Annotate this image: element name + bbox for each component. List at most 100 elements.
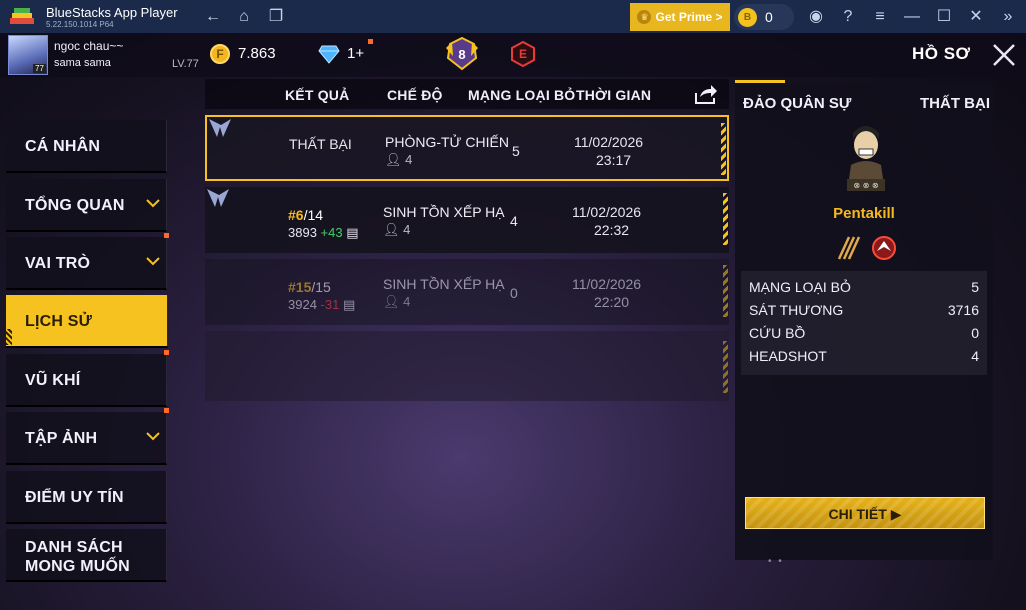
notification-dot [164,233,169,238]
match-placement: #15/15 [288,279,331,295]
match-date: 11/02/2026 [572,204,642,220]
stat-row: HEADSHOT 4 [749,348,979,364]
notification-dot [164,350,169,355]
match-time: 22:20 [594,294,630,310]
e-rank-badge-icon[interactable]: E [511,41,535,67]
play-arrow-icon: ▶ [890,506,902,522]
match-time: 22:32 [594,222,630,238]
chevron-down-icon [146,199,160,208]
details-icon[interactable]: ▤ [346,225,358,240]
stat-label: SÁT THƯƠNG [749,302,844,318]
gold-amount: 7.863 [238,45,276,62]
rank-delta: +43 [320,225,343,240]
person-icon: 👤︎ [383,222,400,237]
wishlist-label-line1: DANH SÁCH [25,539,123,556]
match-row[interactable]: #6/14 3893 +43 ▤ SINH TỒN XẾP HẠ 👤︎ 4 4 … [205,187,729,253]
stat-label: CỨU BỒ [749,325,806,341]
menu-icon[interactable]: ≡ [870,7,890,27]
details-icon[interactable]: ▤ [343,297,355,312]
sidebar-item-overview[interactable]: TỔNG QUAN [6,179,167,232]
detail-result: THẤT BẠI [920,95,990,112]
stat-row: CỨU BỒ 0 [749,325,979,341]
prime-crown-icon: ♛ [637,10,652,24]
header-mode: CHẾ ĐỘ [387,87,443,103]
rank-delta: -31 [320,297,340,312]
sidebar-item-label: ĐIỂM UY TÍN [25,489,124,506]
sidebar-item-weapons[interactable]: VŨ KHÍ [6,350,169,407]
match-players: 👤︎ 4 [383,294,410,310]
avatar[interactable]: 77 [8,35,48,75]
skill-claw-icon [837,236,861,260]
bluestacks-points[interactable]: B 0 [734,4,794,30]
stat-label: MẠNG LOẠI BỎ [749,279,851,295]
get-prime-button[interactable]: ♛ Get Prime > [630,3,730,31]
match-date: 11/02/2026 [574,134,644,150]
match-row[interactable]: #15/15 3924 -31 ▤ SINH TỒN XẾP HẠ 👤︎ 4 0… [205,259,729,325]
emulator-titlebar: BlueStacks App Player 5.22.150.1014 P64 … [0,0,1026,33]
sidebar-item-label: VAI TRÒ [25,255,91,272]
rank-score: 3893 +43 ▤ [288,225,359,241]
match-players: 👤︎ 4 [383,222,410,238]
player-signature: sama sama [54,57,111,69]
avatar-level: 77 [33,64,46,73]
sidebar-item-label: DANH SÁCH MONG MUỐN [25,538,130,576]
match-kills: 0 [510,285,518,301]
sidebar-item-roles[interactable]: VAI TRÒ [6,233,169,290]
close-window-icon[interactable]: ✕ [966,7,986,27]
wishlist-label-line2: MONG MUỐN [25,558,130,575]
header-time: THỜI GIAN [576,87,652,103]
close-icon[interactable] [990,41,1018,69]
diamond-amount[interactable]: 1+ [347,45,364,62]
back-icon[interactable]: ← [203,7,223,27]
row-stripes [723,341,728,393]
header-result: KẾT QUẢ [285,87,350,103]
player-count: 4 [405,152,413,167]
player-count: 4 [403,222,411,237]
chevron-down-icon [146,257,160,266]
page-title: HỒ SƠ [912,44,971,63]
sidebar-item-label: VŨ KHÍ [25,372,81,389]
stat-value: 5 [971,279,979,295]
stats-list: MẠNG LOẠI BỎ 5 SÁT THƯƠNG 3716 CỨU BỒ 0 HEA… [741,271,987,375]
app-title: BlueStacks App Player [46,5,178,20]
details-button-label: CHI TIẾT ▶ [746,506,984,523]
diamond-icon [318,45,340,64]
details-button[interactable]: CHI TIẾT ▶ [745,497,985,529]
match-row[interactable]: THẤT BẠI PHÒNG-TỬ CHIẾN 👤︎ 4 5 11/02/202… [205,115,729,181]
rank-badge-icon[interactable]: 8 [444,36,480,72]
sidebar-item-credit-score[interactable]: ĐIỂM UY TÍN [6,471,167,524]
row-stripes [723,193,728,245]
stat-value: 0 [971,325,979,341]
match-mode: SINH TỒN XẾP HẠ [383,276,505,292]
sidebar-item-album[interactable]: TẬP ẢNH [6,408,169,465]
gold-coin-icon: F [210,44,230,64]
collapse-icon[interactable]: » [998,7,1018,27]
stat-row: SÁT THƯƠNG 3716 [749,302,979,318]
minimize-icon[interactable]: — [902,7,922,27]
header-kills: MẠNG LOẠI BỎ [468,87,576,103]
person-icon: 👤︎ [385,152,402,167]
multi-window-icon[interactable]: ❐ [266,7,286,27]
match-kills: 5 [512,143,520,159]
maximize-icon[interactable]: ☐ [934,7,954,27]
share-icon[interactable] [694,83,718,105]
match-result: THẤT BẠI [289,136,352,152]
e-rank-letter: E [519,47,527,61]
sidebar-item-personal[interactable]: CÁ NHÂN [6,120,167,173]
rank-number: 8 [458,47,465,62]
placement-rank: #15 [288,279,312,295]
sidebar-item-label: TỔNG QUAN [25,197,125,214]
home-icon[interactable]: ⌂ [234,7,254,27]
sidebar-item-history[interactable]: LỊCH SỬ [6,295,168,348]
help-icon[interactable]: ? [838,7,858,27]
game-topbar: 77 ngoc chau~~ sama sama LV.77 F 7.863 1… [0,33,1026,77]
empty-row [205,331,729,401]
scroll-dots: • • [768,556,784,567]
placement-rank: #6 [288,207,304,223]
row-stripes [721,123,726,175]
sidebar-item-wishlist[interactable]: DANH SÁCH MONG MUỐN [6,529,167,582]
map-name: ĐẢO QUÂN SỰ [743,95,852,112]
match-detail-panel: ĐẢO QUÂN SỰ THẤT BẠI ⊗ ⊗ ⊗ Pentakill MẠN… [735,80,993,560]
placement-total: /15 [311,279,331,295]
account-icon[interactable]: ◉ [806,7,826,27]
